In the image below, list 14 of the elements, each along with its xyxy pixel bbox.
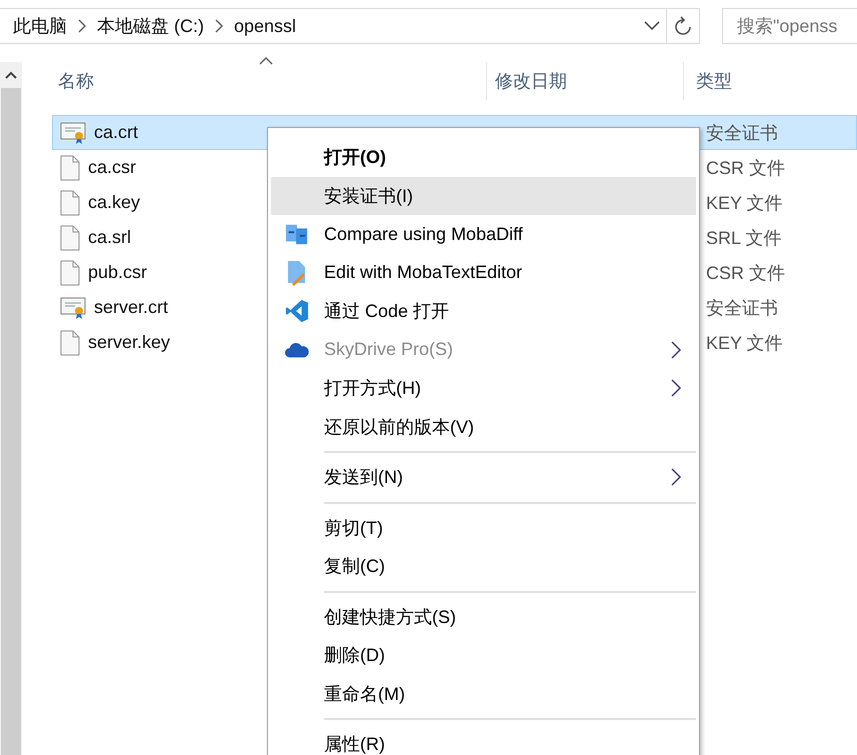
file-type: CSR 文件 [706,156,786,180]
file-name: ca.srl [88,227,132,248]
file-name: ca.key [88,192,140,213]
file-name: server.crt [94,297,168,318]
file-name: ca.crt [94,122,138,143]
file-type: SRL 文件 [706,226,782,250]
file-type: CSR 文件 [706,262,786,284]
file-type: 安全证书 [706,122,778,144]
file-type: KEY 文件 [706,332,783,354]
file-name: server.key [88,332,170,353]
file-type: 安全证书 [706,296,778,320]
file-name: ca.csr [88,157,136,178]
file-name: pub.csr [88,262,148,283]
file-type: KEY 文件 [706,192,783,214]
